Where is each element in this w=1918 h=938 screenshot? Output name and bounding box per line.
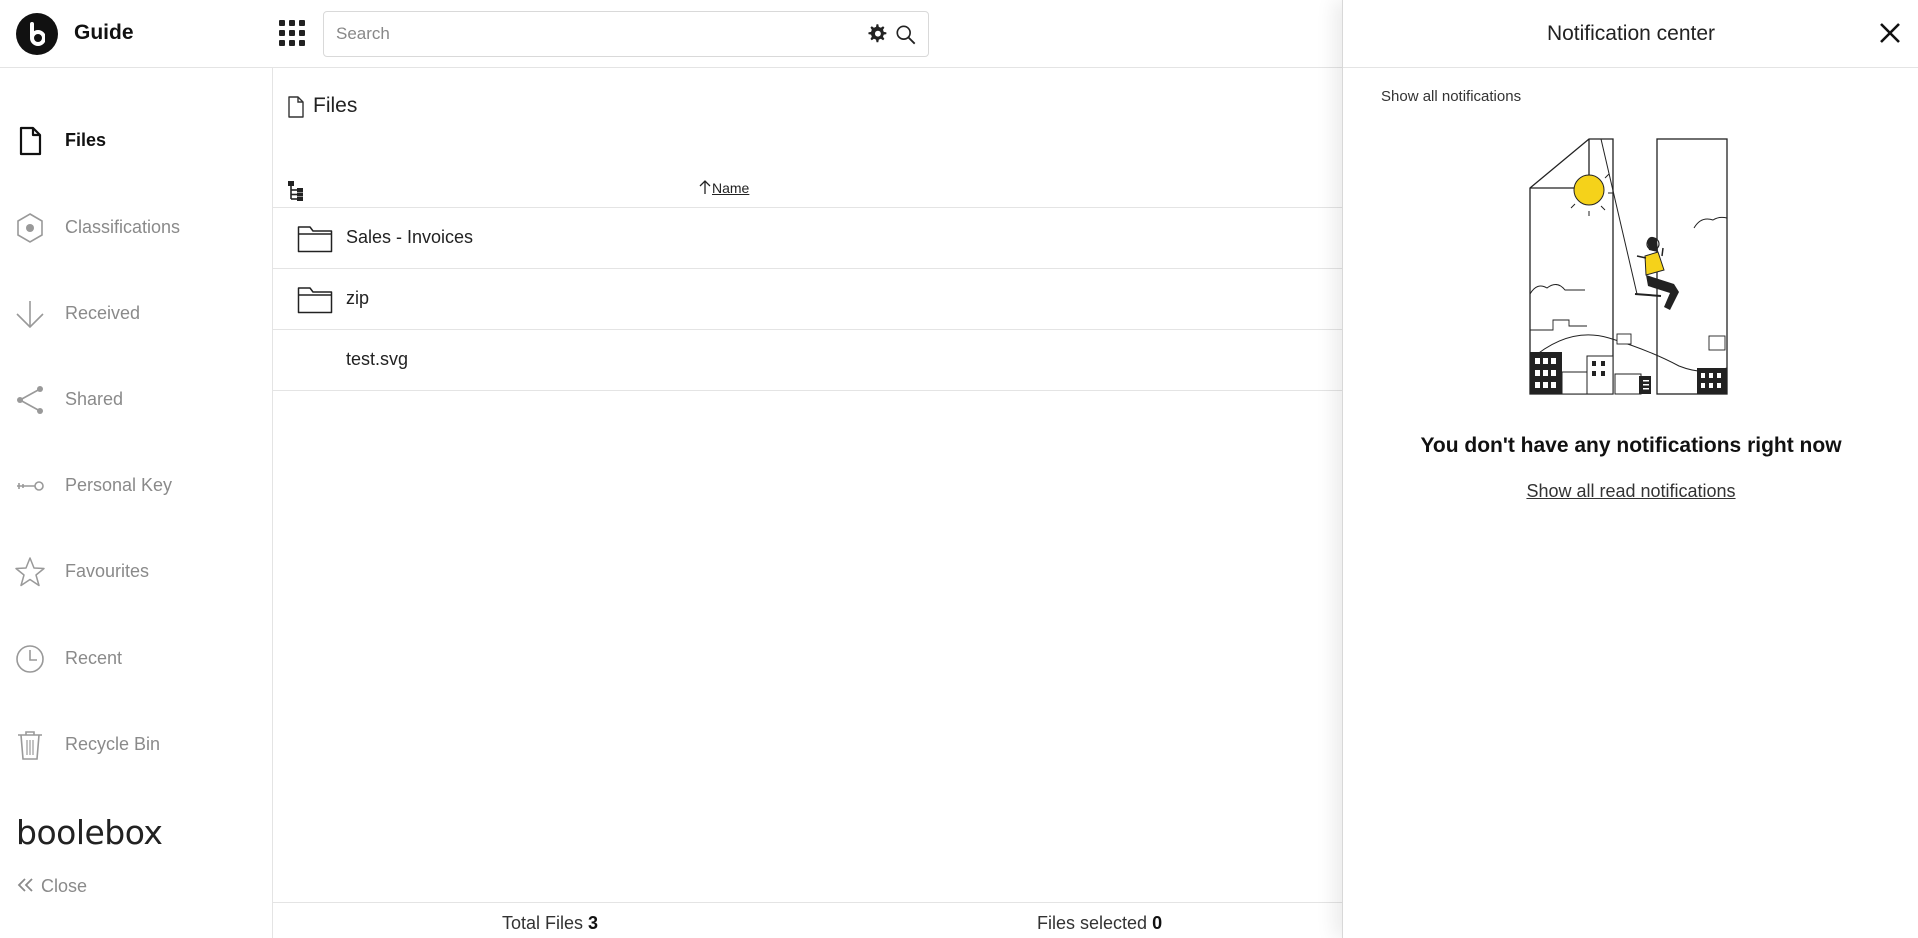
file-icon	[288, 96, 304, 118]
key-icon	[17, 481, 44, 491]
tree-view-icon[interactable]	[287, 180, 309, 202]
arrow-down-icon	[16, 301, 44, 329]
hexagon-icon	[17, 213, 43, 243]
folder-icon	[297, 287, 333, 314]
files-selected-label: Files selected	[1037, 913, 1148, 933]
search-input[interactable]	[336, 22, 856, 46]
trash-icon	[18, 731, 42, 760]
logo-b-icon	[30, 22, 45, 46]
table-row[interactable]: test.svg	[273, 330, 1343, 391]
empty-notifications-illustration	[1529, 138, 1728, 395]
sidebar-item-shared[interactable]: Shared	[0, 370, 272, 430]
close-icon[interactable]	[1877, 20, 1903, 46]
sidebar-item-received[interactable]: Received	[0, 284, 272, 344]
sidebar-item-label: Files	[65, 130, 107, 150]
brand-logo: boolebox	[16, 813, 163, 852]
total-files-label: Total Files	[502, 913, 584, 933]
row-name: test.svg	[346, 349, 409, 369]
notification-panel: Notification center Show all notificatio…	[1342, 0, 1918, 938]
sidebar-item-personal-key[interactable]: Personal Key	[0, 456, 272, 516]
show-all-notifications-link[interactable]: Show all notifications	[1381, 88, 1521, 105]
breadcrumb-title: Files	[313, 94, 358, 117]
apps-grid-icon[interactable]	[279, 20, 305, 46]
files-selected: Files selected 0	[1037, 913, 1162, 934]
sidebar-item-label: Recycle Bin	[65, 734, 161, 754]
star-icon	[15, 557, 45, 587]
sidebar-item-label: Classifications	[65, 217, 181, 237]
empty-state-message: You don't have any notifications right n…	[1420, 434, 1842, 457]
column-header-label: Name	[712, 180, 750, 196]
show-read-notifications-link[interactable]: Show all read notifications	[1526, 481, 1735, 501]
share-icon	[17, 386, 43, 414]
total-files-count: 3	[588, 913, 599, 933]
search-box	[323, 11, 929, 57]
folder-icon	[297, 226, 333, 253]
files-selected-count: 0	[1152, 913, 1163, 933]
sidebar-item-label: Personal Key	[65, 475, 173, 495]
table-row[interactable]: Sales - Invoices	[273, 208, 1343, 269]
sidebar-item-label: Favourites	[65, 561, 150, 581]
close-sidebar-button[interactable]: Close	[16, 876, 87, 897]
app-logo[interactable]	[16, 13, 58, 55]
file-icon	[19, 126, 42, 156]
sidebar-item-label: Received	[65, 303, 141, 323]
sidebar-item-favourites[interactable]: Favourites	[0, 542, 272, 602]
table-row[interactable]: zip	[273, 269, 1343, 330]
row-name: Sales - Invoices	[346, 227, 474, 247]
sidebar: Files Classifications Received Shared Pe…	[0, 68, 273, 938]
column-header-name[interactable]: Name	[698, 179, 749, 196]
sidebar-item-label: Recent	[65, 648, 123, 668]
main-content: Files Name Sales - Invoices zip test.svg…	[273, 68, 1343, 938]
notification-header: Notification center	[1343, 0, 1918, 68]
sidebar-item-classifications[interactable]: Classifications	[0, 198, 272, 258]
gear-icon[interactable]	[867, 23, 889, 45]
sidebar-item-files[interactable]: Files	[0, 111, 272, 171]
status-bar: Total Files 3 Files selected 0	[273, 902, 1343, 938]
read-notifications-link-wrap: Show all read notifications	[1343, 481, 1918, 502]
search-icon[interactable]	[895, 24, 917, 46]
sidebar-item-label: Shared	[65, 389, 124, 409]
row-name: zip	[346, 288, 370, 308]
clock-icon	[16, 645, 44, 673]
sidebar-item-recycle-bin[interactable]: Recycle Bin	[0, 715, 272, 775]
notification-title: Notification center	[1546, 22, 1716, 45]
sidebar-item-recent[interactable]: Recent	[0, 629, 272, 689]
total-files: Total Files 3	[502, 913, 598, 934]
double-chevron-left-icon	[17, 878, 33, 892]
sort-ascending-icon	[699, 180, 711, 194]
app-name: Guide	[74, 21, 134, 44]
close-sidebar-label: Close	[41, 876, 88, 896]
